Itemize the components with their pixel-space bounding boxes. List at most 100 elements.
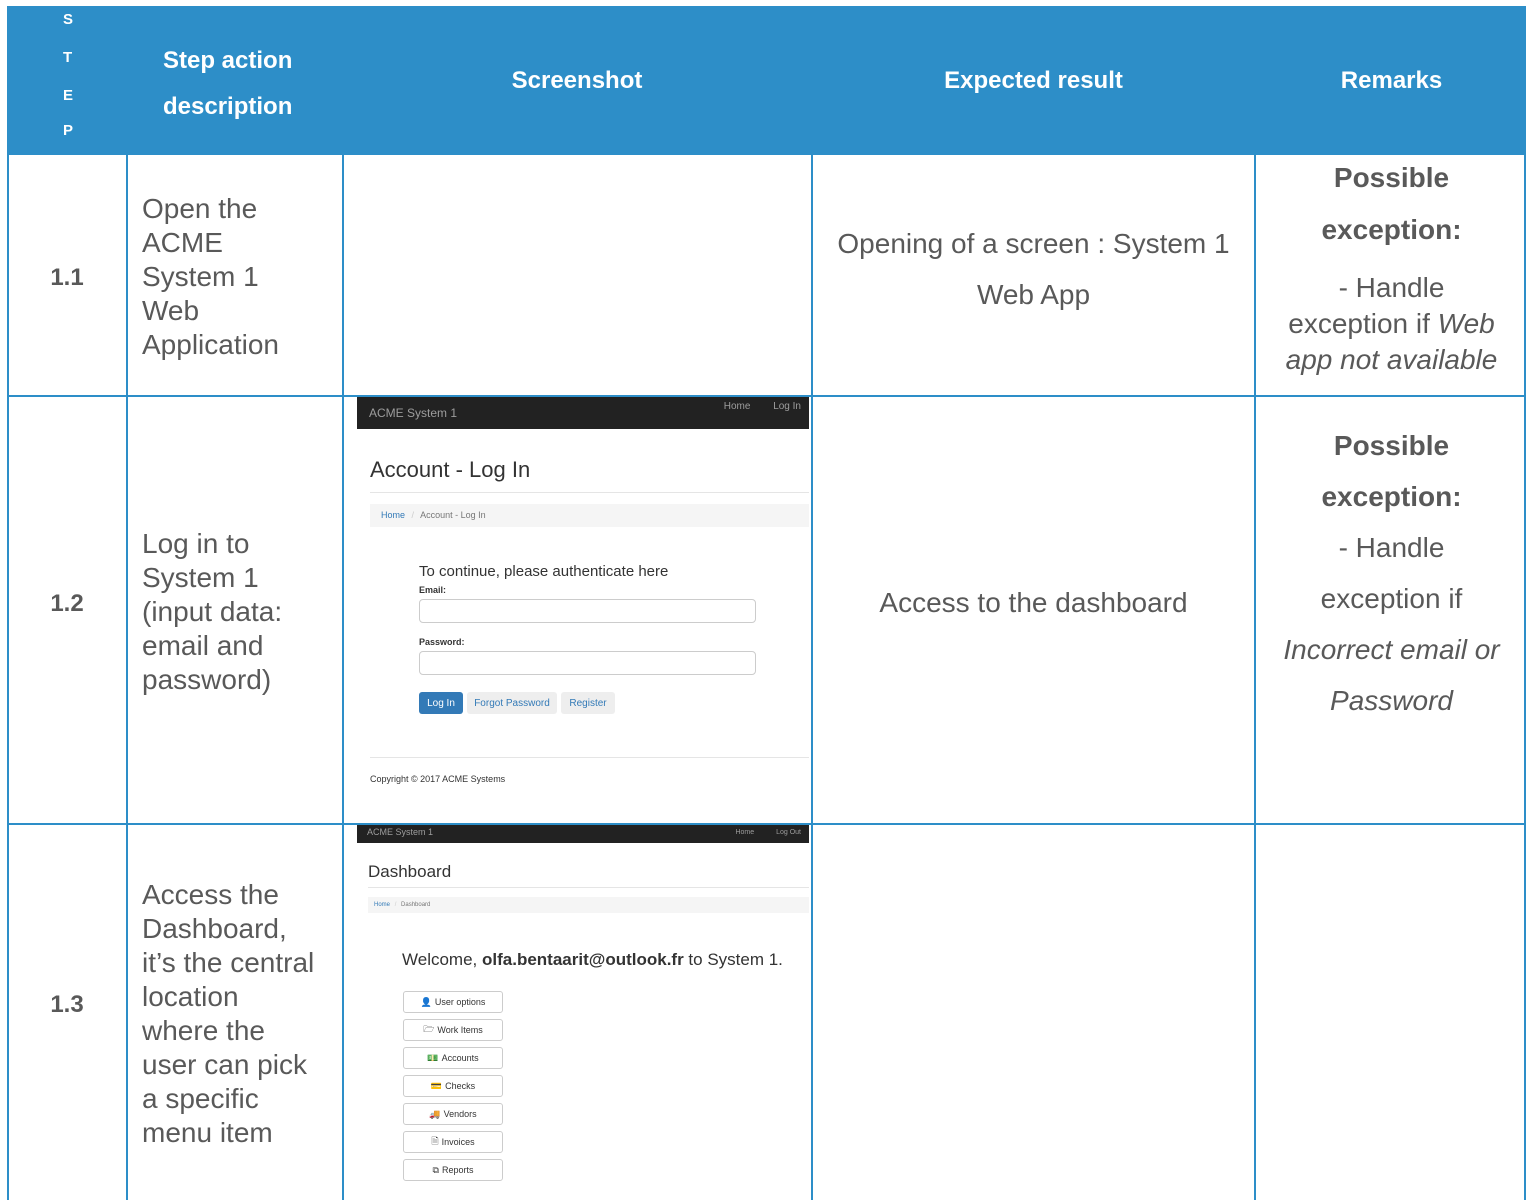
navbar-brand[interactable]: ACME System 1: [367, 827, 433, 837]
action-line: ACME: [142, 227, 223, 258]
menu-vendors-button[interactable]: 🚚 Vendors: [403, 1103, 503, 1125]
expected-line: Web App: [976, 279, 1091, 310]
remarks-line: exception if Web: [1257, 306, 1526, 342]
divider: [370, 757, 809, 758]
remarks-italic: Password: [1330, 685, 1453, 716]
menu-label: Vendors: [443, 1109, 477, 1119]
action-line: Log in to: [142, 528, 250, 559]
user-icon: 👤: [420, 996, 432, 1007]
menu-label: Checks: [445, 1081, 476, 1091]
header-remarks: Remarks: [1340, 66, 1443, 94]
dashboard-screenshot: ACME System 1 Home Log Out Dashboard Hom…: [357, 825, 809, 1200]
remarks-line: - Handle: [1338, 532, 1445, 563]
action-line: System 1: [142, 562, 259, 593]
expected-result-text: Opening of a screen : System 1 Web App: [813, 218, 1254, 320]
step-action-text: Access the Dashboard, it’s the central l…: [142, 878, 314, 1150]
email-label: Email:: [419, 585, 447, 595]
copyright-text: Copyright © 2017 ACME Systems: [370, 774, 506, 784]
menu-reports-button[interactable]: ⧉ Reports: [403, 1159, 503, 1181]
menu-accounts-button[interactable]: 💵 Accounts: [403, 1047, 503, 1069]
action-line: Application: [142, 329, 279, 360]
grid-line: [126, 155, 128, 1200]
nav-home-link[interactable]: Home: [735, 829, 754, 836]
remarks-italic: Incorrect email or: [1283, 634, 1500, 665]
email-field[interactable]: [419, 599, 756, 623]
breadcrumb-separator: /: [411, 510, 415, 520]
menu-work-items-button[interactable]: 🗁 Work Items: [403, 1019, 503, 1041]
action-line: Access the: [142, 879, 279, 910]
header-step-letter: S: [63, 11, 74, 28]
action-line: a specific: [142, 1083, 259, 1114]
menu-label: Work Items: [437, 1025, 483, 1035]
folder-open-icon: 🗁: [423, 1024, 435, 1034]
breadcrumb-home[interactable]: Home: [374, 902, 390, 908]
breadcrumb-home[interactable]: Home: [381, 510, 405, 520]
remarks-text: Possible exception: - Handle exception i…: [1257, 152, 1526, 378]
step-number: 1.3: [50, 991, 84, 1018]
password-field[interactable]: [419, 651, 756, 675]
truck-icon: 🚚: [429, 1108, 441, 1119]
action-line: System 1: [142, 261, 259, 292]
login-button[interactable]: Log In: [419, 692, 463, 714]
test-steps-table: S T E P Step action description Screensh…: [7, 6, 1526, 1200]
remarks-italic: app not available: [1285, 344, 1498, 375]
copy-icon: ⧉: [432, 1164, 439, 1175]
welcome-message: Welcome, olfa.bentaarit@outlook.fr to Sy…: [402, 950, 783, 970]
header-expected-result: Expected result: [944, 66, 1123, 94]
step-number: 1.2: [50, 590, 84, 617]
menu-checks-button[interactable]: 💳 Checks: [403, 1075, 503, 1097]
menu-label: Reports: [441, 1165, 474, 1175]
expected-result-text: Access to the dashboard: [879, 587, 1188, 618]
money-icon: 💵: [427, 1052, 439, 1063]
grid-line: [7, 155, 9, 1200]
page-title: Account - Log In: [370, 457, 531, 482]
action-line: email and: [142, 630, 264, 661]
step-number: 1.1: [50, 264, 84, 291]
breadcrumb: Home / Dashboard: [368, 897, 809, 913]
nav-home-link[interactable]: Home: [724, 401, 751, 412]
breadcrumb: Home / Account - Log In: [370, 504, 809, 527]
login-screenshot: ACME System 1 Home Log In Account - Log …: [357, 397, 809, 821]
navbar-brand[interactable]: ACME System 1: [369, 406, 457, 420]
action-line: Web: [142, 295, 200, 326]
navbar: ACME System 1 Home Log Out: [357, 825, 809, 843]
remarks-line: - Handle: [1338, 272, 1445, 303]
nav-logout-link[interactable]: Log Out: [776, 829, 801, 836]
action-line: it’s the central: [142, 947, 315, 978]
nav-login-link[interactable]: Log In: [773, 401, 801, 412]
welcome-prefix: Welcome,: [402, 950, 482, 969]
action-line: password): [142, 664, 272, 695]
header-step-letter: T: [63, 49, 73, 66]
navbar: ACME System 1 Home Log In: [357, 397, 809, 429]
grid-line: [342, 155, 344, 1200]
header-step-action-line: description: [163, 93, 293, 120]
action-line: where the: [142, 1015, 265, 1046]
remarks-text: Possible exception: - Handle exception i…: [1257, 420, 1526, 726]
remarks-italic: Web: [1437, 308, 1495, 339]
menu-label: User options: [434, 997, 486, 1007]
menu-user-options-button[interactable]: 👤 User options: [403, 991, 503, 1013]
header-step-action-line: Step action: [163, 47, 293, 74]
file-icon: 🗎: [431, 1136, 439, 1146]
step-action-text: Log in to System 1 (input data: email an…: [142, 527, 282, 697]
action-line: Dashboard,: [142, 913, 287, 944]
remarks-plain: exception if: [1288, 308, 1438, 339]
navbar-links: Home Log Out: [715, 829, 801, 836]
step-action-text: Open the ACME System 1 Web Application: [142, 192, 279, 362]
menu-invoices-button[interactable]: 🗎 Invoices: [403, 1131, 503, 1153]
remarks-title: Possible: [1333, 430, 1450, 461]
action-line: location: [142, 981, 239, 1012]
header-screenshot: Screenshot: [511, 66, 643, 94]
remarks-title: Possible: [1333, 162, 1450, 193]
forgot-password-button[interactable]: Forgot Password: [467, 692, 557, 714]
divider: [370, 492, 809, 493]
register-button[interactable]: Register: [561, 692, 615, 714]
welcome-suffix: to System 1.: [683, 950, 783, 969]
remarks-line: exception if: [1320, 583, 1463, 614]
credit-card-icon: 💳: [430, 1080, 443, 1091]
breadcrumb-separator: /: [394, 902, 397, 908]
expected-line: Opening of a screen : System 1: [837, 228, 1230, 259]
breadcrumb-current: Dashboard: [401, 902, 431, 908]
header-step-action: Step action description: [163, 38, 292, 130]
page-title: Dashboard: [368, 862, 452, 881]
